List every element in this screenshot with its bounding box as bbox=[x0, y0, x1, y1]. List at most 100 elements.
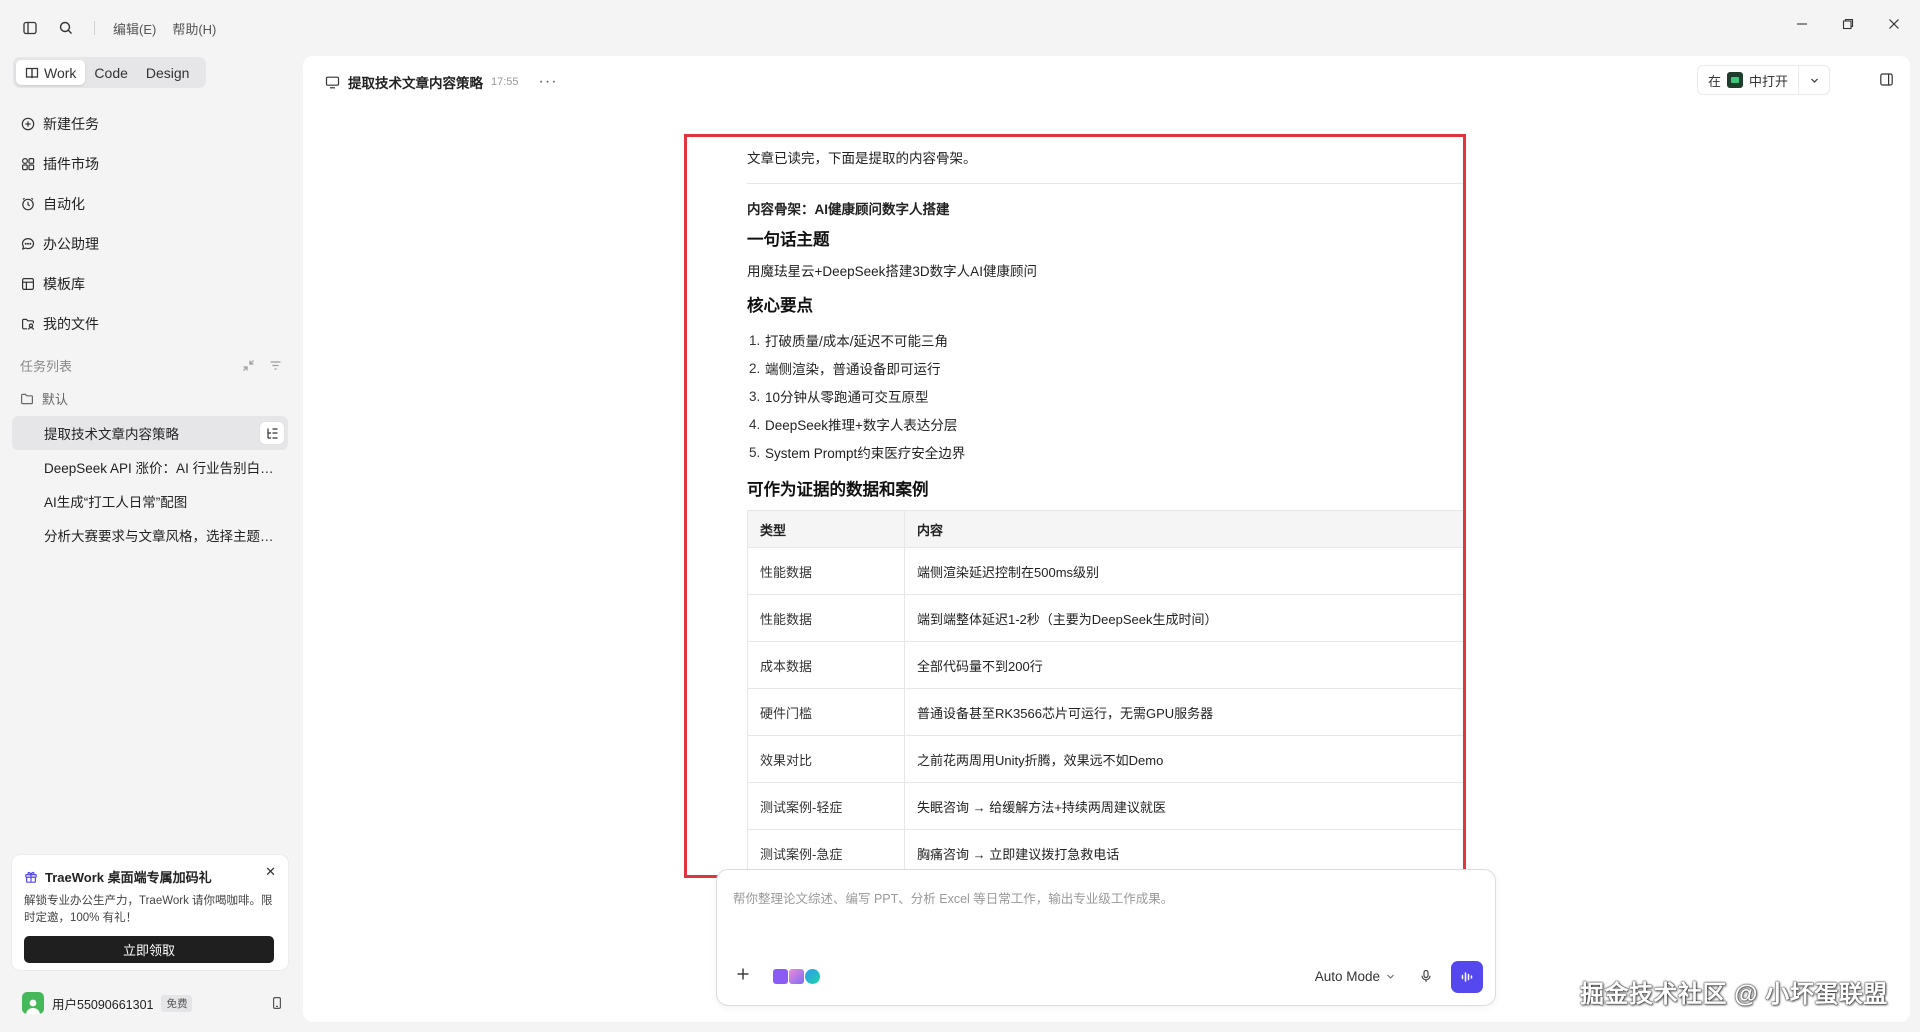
theme-text: 用魔珐星云+DeepSeek搭建3D数字人AI健康顾问 bbox=[747, 264, 1037, 279]
tab-work-label: Work bbox=[44, 64, 77, 81]
clock-icon bbox=[20, 196, 36, 212]
sidebar: Work Code Design 新建任务 插件市场 自动化 办公助理 模板库 … bbox=[0, 56, 300, 1032]
sidebar-item-plugins[interactable]: 插件市场 bbox=[20, 144, 99, 184]
heading-theme: 一句话主题 bbox=[747, 231, 830, 249]
image-tool-icon[interactable] bbox=[789, 969, 804, 984]
task-list-header: 任务列表 bbox=[20, 356, 282, 375]
task-item-active[interactable]: 提取技术文章内容策略 bbox=[12, 416, 288, 450]
folder-icon bbox=[20, 392, 34, 406]
table-row: 硬件门槛 普通设备甚至RK3566芯片可运行，无需GPU服务器 bbox=[747, 688, 1463, 736]
chat-title: 提取技术文章内容策略 bbox=[348, 76, 483, 91]
column-header-content: 内容 bbox=[904, 510, 1463, 548]
sidebar-item-templates[interactable]: 模板库 bbox=[20, 264, 99, 304]
task-item[interactable]: DeepSeek API 涨价：AI 行业告别白嫖时代 bbox=[12, 450, 288, 484]
sidebar-item-automation[interactable]: 自动化 bbox=[20, 184, 99, 224]
chat-icon bbox=[20, 236, 36, 252]
sidebar-item-office-assistant[interactable]: 办公助理 bbox=[20, 224, 99, 264]
restore-icon[interactable] bbox=[1840, 16, 1856, 32]
list-item: 4. DeepSeek推理+数字人表达分层 bbox=[749, 416, 958, 434]
sidebar-item-label: 办公助理 bbox=[43, 236, 99, 252]
search-icon[interactable] bbox=[56, 18, 76, 38]
chat-time: 17:55 bbox=[491, 76, 519, 88]
evidence-table: 类型 内容 性能数据 端侧渲染延迟控制在500ms级别 性能数据 端到端整体延迟1-… bbox=[747, 510, 1463, 875]
template-icon bbox=[20, 276, 36, 292]
tab-code-label: Code bbox=[94, 64, 128, 81]
task-label: 提取技术文章内容策略 bbox=[44, 427, 179, 442]
avatar bbox=[22, 992, 44, 1014]
table-header-row: 类型 内容 bbox=[747, 510, 1463, 548]
sidebar-item-label: 自动化 bbox=[43, 196, 85, 212]
folder-user-icon bbox=[20, 316, 36, 332]
table-row: 成本数据 全部代码量不到200行 bbox=[747, 641, 1463, 689]
list-item: 2. 端侧渲染，普通设备即可运行 bbox=[749, 360, 941, 378]
video-tool-icon[interactable] bbox=[773, 969, 788, 984]
sidebar-item-new-task[interactable]: 新建任务 bbox=[20, 104, 99, 144]
table-row: 效果对比 之前花两周用Unity折腾，效果远不如Demo bbox=[747, 735, 1463, 783]
watermark: 掘金技术社区 @ 小坏蛋联盟 bbox=[1580, 981, 1888, 1008]
monitor-icon bbox=[325, 75, 340, 90]
tab-code[interactable]: Code bbox=[85, 60, 136, 85]
divider bbox=[747, 183, 1463, 184]
microphone-icon[interactable] bbox=[1419, 969, 1433, 983]
list-item: 3. 10分钟从零跑通可交互原型 bbox=[749, 388, 929, 406]
task-tree-icon[interactable] bbox=[260, 422, 284, 444]
response-intro: 文章已读完，下面是提取的内容骨架。 bbox=[747, 151, 977, 166]
close-window-icon[interactable] bbox=[1886, 16, 1902, 32]
mode-label: Auto Mode bbox=[1314, 969, 1380, 984]
task-item[interactable]: AI生成“打工人日常”配图 bbox=[12, 484, 288, 518]
heading-points: 核心要点 bbox=[747, 297, 813, 315]
promo-card: TraeWork 桌面端专属加码礼 ✕ 解锁专业办公生产力，TraeWork 请… bbox=[12, 855, 288, 970]
app-icon bbox=[1726, 72, 1743, 88]
add-attachment-icon[interactable] bbox=[735, 966, 751, 982]
sidebar-item-label: 模板库 bbox=[43, 276, 85, 292]
voice-send-button[interactable] bbox=[1451, 961, 1483, 993]
composer-placeholder[interactable]: 帮你整理论文综述、编写 PPT、分析 Excel 等日常工作，输出专业级工作成果… bbox=[733, 888, 1173, 907]
tab-design[interactable]: Design bbox=[137, 60, 199, 85]
points-list: 1. 打破质量/成本/延迟不可能三角 2. 端侧渲染，普通设备即可运行 3. 10分钟… bbox=[747, 326, 1463, 466]
book-icon bbox=[25, 66, 39, 80]
mode-selector[interactable]: Auto Mode bbox=[1315, 969, 1395, 984]
titlebar-divider bbox=[94, 21, 95, 35]
close-icon[interactable]: ✕ bbox=[265, 864, 276, 880]
tab-design-label: Design bbox=[145, 64, 190, 81]
skeleton-title: 内容骨架：AI健康顾问数字人搭建 bbox=[747, 202, 950, 217]
collapse-icon[interactable] bbox=[242, 359, 255, 372]
plan-badge: 免费 bbox=[161, 994, 193, 1012]
tool-chips[interactable] bbox=[773, 969, 820, 984]
list-item: 1. 打破质量/成本/延迟不可能三角 bbox=[749, 332, 949, 350]
folder-default[interactable]: 默认 bbox=[20, 389, 68, 408]
filter-icon[interactable] bbox=[269, 359, 282, 372]
heading-evidence: 可作为证据的数据和案例 bbox=[747, 481, 929, 499]
column-header-type: 类型 bbox=[747, 510, 905, 548]
task-label: AI生成“打工人日常”配图 bbox=[44, 495, 188, 510]
menu-edit[interactable]: 编辑(E) bbox=[113, 19, 156, 38]
user-name: 用户55090661301 bbox=[52, 997, 154, 1012]
user-profile[interactable]: 用户55090661301 免费 bbox=[22, 992, 284, 1014]
more-icon[interactable]: ··· bbox=[539, 73, 558, 91]
plugin-icon bbox=[20, 156, 36, 172]
open-in-prefix: 在 bbox=[1707, 73, 1721, 89]
browser-tool-icon[interactable] bbox=[805, 969, 820, 984]
chat-header: 提取技术文章内容策略 17:55 ··· bbox=[325, 72, 558, 92]
sidebar-toggle-icon[interactable] bbox=[20, 18, 40, 38]
plus-circle-icon bbox=[20, 116, 36, 132]
menu-help[interactable]: 帮助(H) bbox=[172, 19, 216, 38]
mode-tabs: Work Code Design bbox=[13, 57, 206, 88]
open-in-suffix: 中打开 bbox=[1748, 73, 1788, 89]
table-row: 测试案例-轻症 失眠咨询 → 给缓解方法+持续两周建议就医 bbox=[747, 782, 1463, 830]
sidebar-item-label: 插件市场 bbox=[43, 156, 99, 172]
task-list: 提取技术文章内容策略 DeepSeek API 涨价：AI 行业告别白嫖时代 A… bbox=[12, 416, 288, 552]
task-item[interactable]: 分析大赛要求与文章风格，选择主题方向 bbox=[12, 518, 288, 552]
sidebar-item-my-files[interactable]: 我的文件 bbox=[20, 304, 99, 344]
table-row: 性能数据 端侧渲染延迟控制在500ms级别 bbox=[747, 547, 1463, 595]
open-in-button[interactable]: 在 中打开 bbox=[1696, 65, 1830, 95]
claim-button[interactable]: 立即领取 bbox=[24, 936, 274, 963]
panel-toggle-icon[interactable] bbox=[1879, 72, 1894, 87]
chevron-down-icon[interactable] bbox=[1799, 66, 1829, 94]
tab-work[interactable]: Work bbox=[16, 60, 86, 85]
task-list-title: 任务列表 bbox=[20, 359, 73, 374]
minimize-icon[interactable] bbox=[1794, 16, 1810, 32]
device-icon[interactable] bbox=[270, 996, 284, 1010]
message-composer[interactable]: 帮你整理论文综述、编写 PPT、分析 Excel 等日常工作，输出专业级工作成果… bbox=[716, 869, 1496, 1006]
promo-description: 解锁专业办公生产力，TraeWork 请你喝咖啡。限时定邀，100% 有礼！ bbox=[24, 895, 273, 924]
